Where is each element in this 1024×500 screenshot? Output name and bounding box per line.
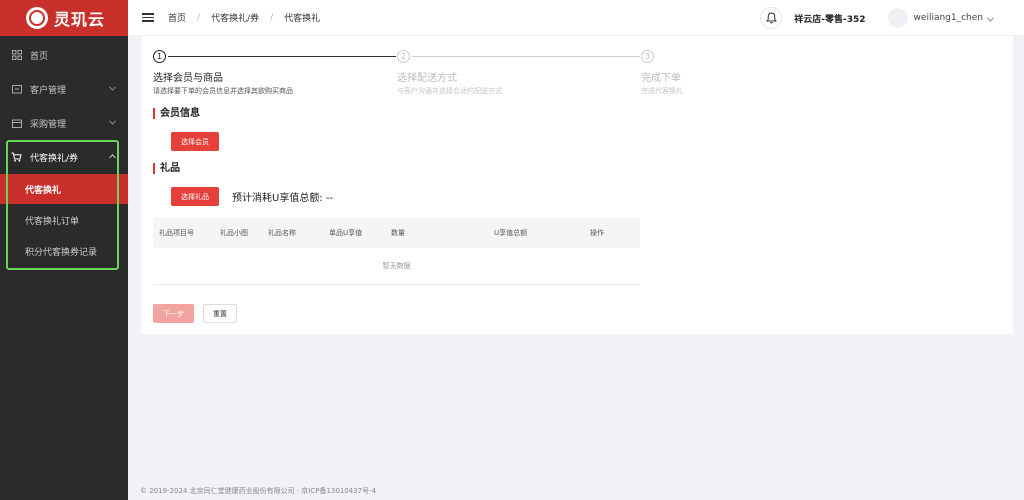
- chevron-down-icon: [109, 84, 116, 94]
- select-member-button[interactable]: 选择会员: [171, 132, 219, 151]
- step-3-circle: 3: [641, 50, 654, 63]
- step-3-desc: 完成代客换礼: [641, 87, 683, 95]
- username[interactable]: weiliang1_chen: [914, 13, 983, 23]
- store-name[interactable]: 祥云店-零售-352: [794, 12, 865, 25]
- step-1-circle: 1: [153, 50, 166, 63]
- step-3-title: 完成下单: [641, 73, 681, 84]
- logo[interactable]: 灵玑云: [0, 0, 128, 36]
- grid-icon: [11, 50, 22, 61]
- column-header: 礼品小图: [220, 229, 248, 237]
- column-header: U享值总额: [494, 229, 528, 237]
- sidebar-item-purchase[interactable]: 采购管理: [0, 106, 128, 140]
- step-2-desc: 与客户沟通并选择合适的配送方式: [397, 87, 502, 95]
- table-empty-state: 暂无数据: [153, 248, 640, 285]
- next-step-button[interactable]: 下一步: [153, 304, 194, 323]
- step-2-circle: 2: [397, 50, 410, 63]
- footer-copyright: © 2019-2024 北京同仁堂健康药业股份有限公司 · 京ICP备13010…: [140, 487, 377, 495]
- sidebar-item-label: 客户管理: [30, 85, 67, 96]
- sidebar-subitem-gift-exchange[interactable]: 代客换礼: [0, 174, 128, 204]
- sidebar-subitem-label: 代客换礼订单: [25, 216, 80, 227]
- gift-table-header: 礼品项目号 礼品小图 礼品名称 单品U享值 数量 U享值总额 操作: [153, 218, 640, 248]
- gift-section-title: 礼品: [153, 163, 180, 174]
- step-1-desc: 请选择要下单的会员信息并选择其欲购买商品: [153, 87, 293, 95]
- reset-button[interactable]: 重置: [203, 304, 237, 323]
- sidebar-item-label: 代客换礼/券: [30, 153, 79, 164]
- step-connector: [168, 56, 396, 57]
- sidebar-item-home[interactable]: 首页: [0, 38, 128, 72]
- menu-toggle-icon[interactable]: [142, 13, 154, 22]
- column-header: 操作: [590, 229, 604, 237]
- step-2-title: 选择配送方式: [397, 73, 457, 84]
- breadcrumb: 首页 / 代客换礼/券 / 代客换礼: [168, 11, 321, 25]
- breadcrumb-gift-exchange[interactable]: 代客换礼/券: [211, 11, 259, 24]
- sidebar-item-customers[interactable]: 客户管理: [0, 72, 128, 106]
- sidebar-item-label: 首页: [30, 51, 49, 62]
- member-section-title: 会员信息: [153, 108, 200, 119]
- sidebar-subitem-label: 代客换礼: [25, 185, 62, 196]
- chevron-up-icon: [109, 152, 116, 162]
- column-header: 数量: [391, 229, 405, 237]
- sidebar: 灵玑云 首页 客户管理 采购管理 代客换礼/券 代客换礼 代客换礼订单 积分代客…: [0, 0, 128, 500]
- sidebar-subitem-label: 积分代客换券记录: [25, 247, 98, 258]
- sidebar-item-label: 采购管理: [30, 119, 67, 130]
- avatar[interactable]: [887, 8, 908, 28]
- top-header: 首页 / 代客换礼/券 / 代客换礼 祥云店-零售-352 weiliang1_…: [128, 0, 1024, 36]
- step-connector: [412, 56, 640, 57]
- chevron-down-icon[interactable]: [987, 11, 994, 25]
- breadcrumb-current: 代客换礼: [284, 14, 321, 24]
- chevron-down-icon: [109, 118, 116, 128]
- sidebar-subitem-coupon-records[interactable]: 积分代客换券记录: [0, 236, 128, 266]
- logo-seal-icon: [26, 7, 48, 29]
- column-header: 礼品项目号: [159, 229, 194, 237]
- brand-name: 灵玑云: [54, 10, 106, 29]
- sidebar-subitem-gift-orders[interactable]: 代客换礼订单: [0, 205, 128, 235]
- breadcrumb-home[interactable]: 首页: [168, 11, 186, 24]
- step-1-title: 选择会员与商品: [153, 73, 223, 84]
- customer-icon: [11, 84, 22, 95]
- select-gift-button[interactable]: 选择礼品: [171, 187, 219, 206]
- purchase-icon: [11, 118, 22, 129]
- cart-icon: [11, 152, 22, 163]
- bell-icon[interactable]: [760, 7, 783, 29]
- column-header: 单品U享值: [329, 229, 363, 237]
- column-header: 礼品名称: [268, 229, 296, 237]
- estimated-total: 预计消耗U享值总额: --: [232, 193, 334, 204]
- main-card: 1 2 3 选择会员与商品 请选择要下单的会员信息并选择其欲购买商品 选择配送方…: [141, 36, 1013, 334]
- sidebar-item-gift-exchange[interactable]: 代客换礼/券: [0, 140, 128, 174]
